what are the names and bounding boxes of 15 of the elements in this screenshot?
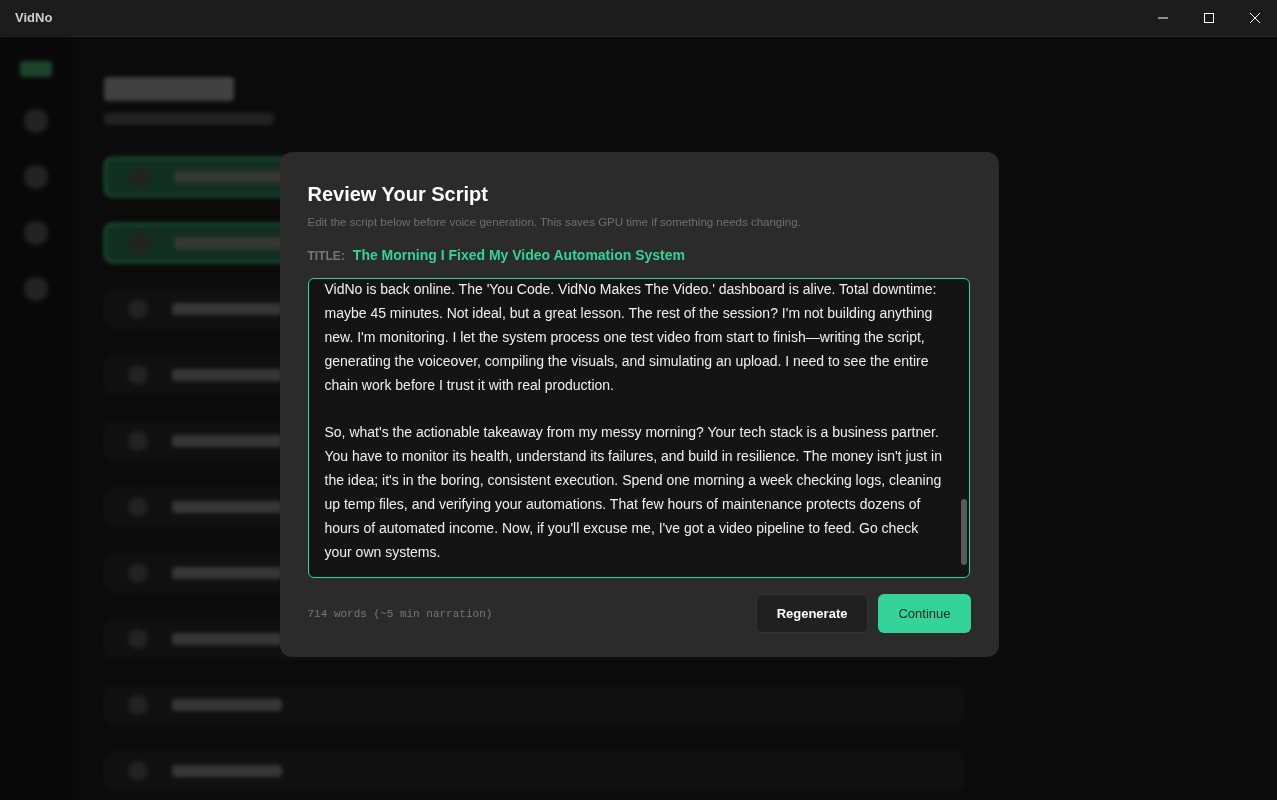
- title-label: TITLE:: [307, 248, 345, 266]
- script-paragraph: So, what's the actionable takeaway from my messy morning? Your tech stack is a business partner. You have to monitor its health, understand its failures, and build in resilience. The money isn't just in the idea; it's in the boring, consistent execution. Spend one morning a week checking logs, cleaning up temp files, and verifying your automations. That few hours of maintenance protects dozens of hours of automated income. Now, if you'll excuse me, I've got a video pipeline to feed. Go check your own systems.: [324, 423, 943, 563]
- continue-button[interactable]: Continue: [878, 594, 971, 634]
- script-paragraph: VidNo is back online. The 'You Code. VidNo Makes The Video.' dashboard is alive. Total downtime: maybe 45 minutes. Not ideal, but a great lesson. The rest of the session? I'm not building anything new. I'm monitoring. I let the system process one test video from start to finish—writing the script, generating the voiceover, compiling the visuals, and simulating an upload. I need to see the entire chain work before I trust it with real production.: [324, 280, 938, 396]
- dialog-title: Review Your Script: [307, 182, 489, 207]
- scrollbar-thumb[interactable]: [960, 499, 967, 566]
- script-field[interactable]: [307, 278, 970, 579]
- window-title: VidNo: [14, 9, 53, 28]
- dialog-subtitle: Edit the script below before voice generation. This saves GPU time if something needs changing.: [307, 215, 802, 230]
- maximize-icon[interactable]: [1203, 12, 1215, 24]
- video-title: The Morning I Fixed My Video Automation System: [352, 246, 685, 266]
- close-icon[interactable]: [1249, 12, 1261, 24]
- logo-icon: [20, 61, 52, 77]
- regenerate-button[interactable]: Regenerate: [755, 594, 869, 634]
- word-count: 714 words (~5 min narration): [307, 606, 493, 622]
